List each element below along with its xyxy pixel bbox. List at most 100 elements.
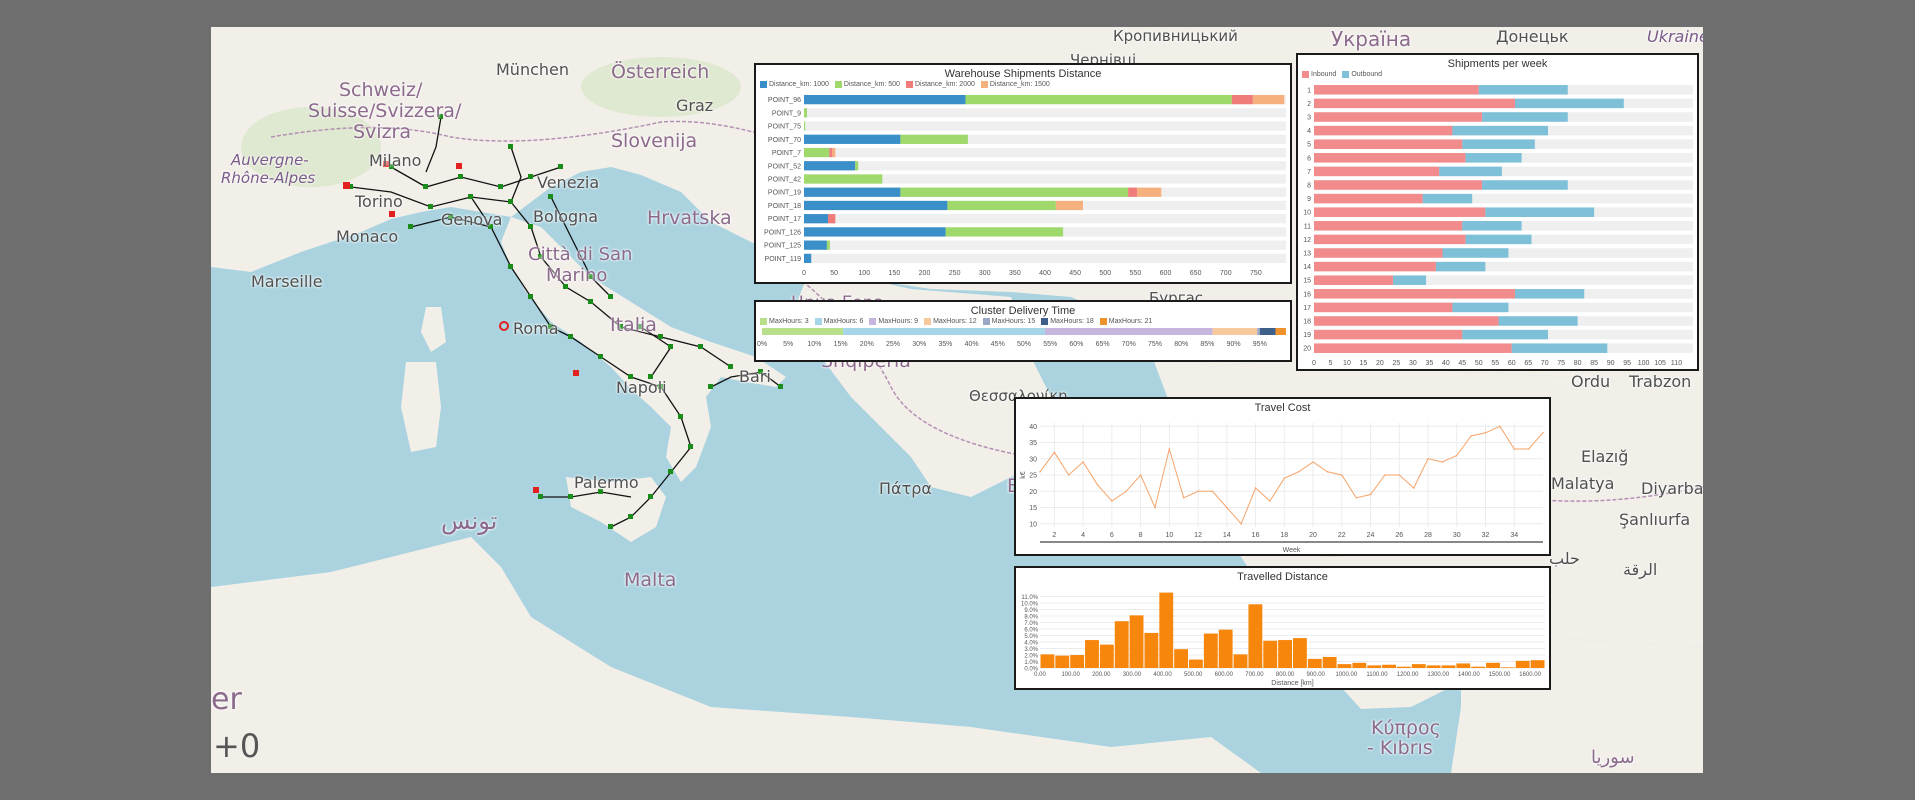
data-bar[interactable]: [1314, 180, 1483, 190]
histogram-bar[interactable]: [1500, 667, 1515, 668]
histogram-bar[interactable]: [1486, 662, 1500, 668]
data-bar[interactable]: [1465, 234, 1532, 245]
histogram-bar[interactable]: [1203, 633, 1218, 668]
histogram-bar[interactable]: [1263, 640, 1278, 668]
bar-track[interactable]: [804, 161, 1286, 171]
histogram-bar[interactable]: [1144, 632, 1159, 668]
data-bar[interactable]: [1314, 343, 1512, 353]
histogram-bar[interactable]: [1189, 659, 1203, 668]
legend-item[interactable]: MaxHours: 9: [869, 318, 918, 325]
data-bar[interactable]: [1442, 248, 1509, 258]
travelled-distance-histogram[interactable]: 0.0%1.0%2.0%3.0%4.0%5.0%6.0%7.0%8.0%9.0%…: [1016, 584, 1549, 688]
data-bar[interactable]: [1498, 316, 1578, 326]
histogram-bar[interactable]: [1456, 663, 1471, 668]
data-bar[interactable]: [1462, 139, 1535, 149]
data-bar[interactable]: [1314, 248, 1443, 258]
data-bar[interactable]: [1515, 98, 1624, 109]
chart-legend[interactable]: Distance_km: 1000 Distance_km: 500 Distanc…: [756, 81, 1290, 88]
data-bar[interactable]: [828, 214, 836, 224]
data-bar[interactable]: [1314, 302, 1453, 313]
cluster-stacked-bar[interactable]: 0% 5% 10% 15% 20% 25% 30% 35% 40% 45% 50% 55% 60% 65%…: [756, 326, 1290, 360]
legend-item[interactable]: Distance_km: 1500: [980, 81, 1050, 88]
data-bar[interactable]: [1314, 166, 1440, 177]
data-bar[interactable]: [1452, 302, 1509, 313]
legend-item[interactable]: MaxHours: 15: [982, 318, 1035, 325]
histogram-bar[interactable]: [1396, 666, 1411, 668]
data-bar[interactable]: [832, 147, 836, 158]
data-bar[interactable]: [1314, 275, 1394, 285]
data-bar[interactable]: [1314, 193, 1423, 204]
data-bar[interactable]: [804, 161, 856, 171]
bar-track[interactable]: [804, 147, 1286, 158]
bar-track[interactable]: [804, 121, 1286, 131]
histogram-bar[interactable]: [1278, 640, 1292, 668]
data-bar[interactable]: [804, 214, 829, 224]
bar-track[interactable]: [804, 253, 1286, 264]
data-bar[interactable]: [1231, 94, 1253, 105]
data-bar[interactable]: [1128, 187, 1138, 197]
histogram-bar[interactable]: [1382, 664, 1396, 668]
legend-item[interactable]: Inbound: [1302, 71, 1336, 78]
data-bar[interactable]: [1515, 289, 1585, 299]
chart-legend[interactable]: Inbound Outbound: [1298, 71, 1697, 78]
data-bar[interactable]: [1314, 153, 1466, 163]
data-bar[interactable]: [900, 187, 1129, 197]
histogram-bar[interactable]: [1040, 654, 1055, 668]
histogram-bar[interactable]: [1085, 640, 1099, 668]
data-bar[interactable]: [1314, 98, 1516, 109]
warehouse-bar-chart[interactable]: POINT_96 POINT_9 POINT_75 POINT_70 POINT_7 PO…: [756, 89, 1290, 281]
data-bar[interactable]: [804, 187, 901, 197]
data-bar[interactable]: [804, 147, 830, 158]
data-bar[interactable]: [1482, 112, 1568, 122]
data-bar[interactable]: [1137, 187, 1162, 197]
bar-track[interactable]: [804, 214, 1286, 224]
data-bar[interactable]: [1439, 166, 1502, 177]
data-bar[interactable]: [826, 240, 830, 250]
histogram-bar[interactable]: [1129, 615, 1144, 668]
histogram-bar[interactable]: [1248, 604, 1263, 668]
travel-cost-line-chart[interactable]: 101520253035402 4 6 8 10 12 14 16 18 20 22 24 26 28 30…: [1016, 415, 1549, 555]
data-bar[interactable]: [804, 253, 812, 264]
legend-item[interactable]: MaxHours: 6: [814, 318, 863, 325]
histogram-bar[interactable]: [1337, 664, 1352, 668]
data-bar[interactable]: [843, 328, 1045, 335]
data-bar[interactable]: [1314, 329, 1463, 340]
histogram-bar[interactable]: [1114, 621, 1129, 668]
data-bar[interactable]: [804, 121, 806, 131]
legend-item[interactable]: MaxHours: 18: [1041, 318, 1094, 325]
data-bar[interactable]: [1511, 343, 1608, 353]
data-bar[interactable]: [1482, 180, 1568, 190]
data-bar[interactable]: [1252, 94, 1285, 105]
histogram-bar[interactable]: [1441, 665, 1456, 668]
legend-item[interactable]: Distance_km: 500: [834, 81, 900, 88]
histogram-bar[interactable]: [1367, 665, 1382, 668]
data-bar[interactable]: [1314, 316, 1499, 326]
histogram-bar[interactable]: [1099, 644, 1114, 668]
data-bar[interactable]: [945, 227, 1064, 237]
data-bar[interactable]: [804, 134, 901, 144]
chart-legend[interactable]: MaxHours: 3 MaxHours: 6 MaxHours: 9 MaxHour…: [756, 318, 1290, 325]
histogram-bar[interactable]: [1055, 655, 1070, 668]
histogram-bar[interactable]: [1159, 592, 1174, 668]
histogram-bar[interactable]: [1174, 649, 1189, 668]
histogram-bar[interactable]: [1322, 656, 1337, 668]
histogram-bar[interactable]: [1233, 654, 1248, 668]
data-bar[interactable]: [1314, 125, 1453, 136]
data-bar[interactable]: [804, 227, 946, 237]
data-bar[interactable]: [1462, 221, 1522, 231]
histogram-bar[interactable]: [1411, 664, 1426, 668]
legend-item[interactable]: MaxHours: 21: [1099, 318, 1152, 325]
data-bar[interactable]: [1257, 328, 1260, 335]
data-bar[interactable]: [829, 147, 833, 158]
zoom-control[interactable]: +0: [213, 727, 260, 765]
histogram-bar[interactable]: [1070, 655, 1085, 668]
data-bar[interactable]: [1485, 207, 1595, 217]
data-bar[interactable]: [1478, 85, 1568, 95]
data-bar[interactable]: [804, 200, 948, 211]
legend-item[interactable]: MaxHours: 3: [760, 318, 809, 325]
shipments-bar-chart[interactable]: 12345678910111213141516171819200 5 10 15 20 2…: [1298, 79, 1697, 371]
bar-track[interactable]: [804, 240, 1286, 250]
bar-track[interactable]: [804, 108, 1286, 118]
histogram-bar[interactable]: [1530, 660, 1545, 668]
histogram-bar[interactable]: [1426, 665, 1441, 668]
